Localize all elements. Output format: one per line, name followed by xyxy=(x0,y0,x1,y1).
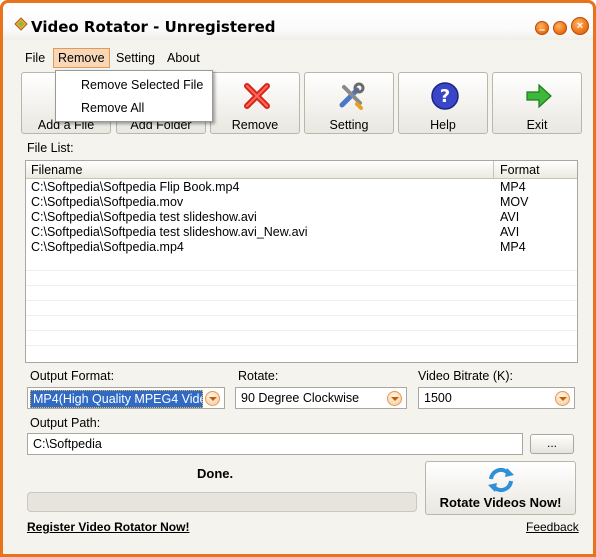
help-button[interactable]: ? Help xyxy=(398,72,488,134)
table-row[interactable]: C:\Softpedia\Softpedia test slideshow.av… xyxy=(26,225,577,240)
grid-line xyxy=(26,315,577,316)
grid-line xyxy=(26,330,577,331)
bitrate-value: 1500 xyxy=(424,391,452,405)
file-list-label: File List: xyxy=(27,141,74,155)
cell-filename: C:\Softpedia\Softpedia test slideshow.av… xyxy=(31,210,257,224)
output-format-label: Output Format: xyxy=(30,369,115,383)
menu-about[interactable]: About xyxy=(163,48,204,68)
browse-button[interactable]: ... xyxy=(530,434,574,454)
grid-line xyxy=(26,270,577,271)
table-row[interactable]: C:\Softpedia\Softpedia test slideshow.av… xyxy=(26,210,577,225)
menu-file[interactable]: File xyxy=(21,48,49,68)
bitrate-label: Video Bitrate (K): xyxy=(418,369,513,383)
exit-button[interactable]: Exit xyxy=(492,72,582,134)
window-title: Video Rotator - Unregistered xyxy=(31,18,276,36)
exit-label: Exit xyxy=(526,118,548,132)
table-row[interactable]: C:\Softpedia\Softpedia Flip Book.mp4 MP4 xyxy=(26,180,577,195)
file-list[interactable]: Filename Format C:\Softpedia\Softpedia F… xyxy=(25,160,578,363)
remove-x-icon xyxy=(244,83,270,109)
help-icon: ? xyxy=(431,82,459,110)
grid-line xyxy=(26,300,577,301)
tools-icon xyxy=(339,82,365,110)
menu-remove-selected-file[interactable]: Remove Selected File xyxy=(81,78,203,92)
register-link[interactable]: Register Video Rotator Now! xyxy=(27,520,189,534)
chevron-down-icon[interactable] xyxy=(555,391,570,406)
rotate-videos-button[interactable]: Rotate Videos Now! xyxy=(425,461,576,515)
output-path-label: Output Path: xyxy=(30,416,101,430)
column-header-filename[interactable]: Filename xyxy=(31,163,82,177)
minimize-icon: – xyxy=(538,24,546,36)
grid-line xyxy=(26,345,577,346)
setting-label: Setting xyxy=(329,118,369,132)
status-text: Done. xyxy=(197,466,234,481)
table-row[interactable]: C:\Softpedia\Softpedia.mov MOV xyxy=(26,195,577,210)
cell-format: AVI xyxy=(500,225,520,239)
table-row[interactable]: C:\Softpedia\Softpedia.mp4 MP4 xyxy=(26,240,577,255)
chevron-down-icon[interactable] xyxy=(387,391,402,406)
menu-setting[interactable]: Setting xyxy=(112,48,159,68)
close-icon: × xyxy=(576,20,584,32)
menu-remove-all[interactable]: Remove All xyxy=(81,101,144,115)
rotate-select[interactable]: 90 Degree Clockwise xyxy=(235,387,407,409)
progress-bar xyxy=(27,492,417,512)
minimize-button[interactable]: – xyxy=(535,21,549,36)
close-button[interactable]: × xyxy=(571,17,589,35)
setting-button[interactable]: Setting xyxy=(304,72,394,134)
svg-text:?: ? xyxy=(440,86,450,107)
maximize-icon xyxy=(554,22,566,34)
output-format-value: MP4(High Quality MPEG4 Video xyxy=(30,390,203,408)
remove-label: Remove xyxy=(231,118,279,132)
file-list-header: Filename Format xyxy=(26,161,577,179)
app-window: Video Rotator - Unregistered – × File Re… xyxy=(0,0,596,557)
rotate-value: 90 Degree Clockwise xyxy=(241,391,360,405)
remove-menu-dropdown: Remove Selected File Remove All xyxy=(55,70,213,122)
feedback-link[interactable]: Feedback xyxy=(526,520,579,534)
app-logo-icon xyxy=(14,17,28,31)
rotate-label: Rotate: xyxy=(238,369,279,383)
output-path-value: C:\Softpedia xyxy=(33,437,102,451)
cell-filename: C:\Softpedia\Softpedia.mp4 xyxy=(31,240,184,254)
bitrate-select[interactable]: 1500 xyxy=(418,387,575,409)
cell-format: MOV xyxy=(500,195,529,209)
grid-line xyxy=(26,285,577,286)
cell-filename: C:\Softpedia\Softpedia.mov xyxy=(31,195,184,209)
cell-filename: C:\Softpedia\Softpedia Flip Book.mp4 xyxy=(31,180,240,194)
column-header-format[interactable]: Format xyxy=(500,163,540,177)
output-format-select[interactable]: MP4(High Quality MPEG4 Video xyxy=(27,387,225,409)
exit-arrow-icon xyxy=(526,83,552,109)
output-path-input[interactable]: C:\Softpedia xyxy=(27,433,523,455)
column-divider[interactable] xyxy=(493,161,494,179)
remove-button[interactable]: Remove xyxy=(210,72,300,134)
cell-format: MP4 xyxy=(500,240,526,254)
title-bar: Video Rotator - Unregistered – × xyxy=(0,0,596,40)
menu-remove[interactable]: Remove xyxy=(53,48,110,68)
help-label: Help xyxy=(430,118,456,132)
cell-format: MP4 xyxy=(500,180,526,194)
rotate-videos-label: Rotate Videos Now! xyxy=(439,495,562,510)
rotate-arrows-icon xyxy=(488,467,514,493)
maximize-button[interactable] xyxy=(553,21,567,35)
cell-filename: C:\Softpedia\Softpedia test slideshow.av… xyxy=(31,225,308,239)
cell-format: AVI xyxy=(500,210,520,224)
chevron-down-icon[interactable] xyxy=(205,391,220,406)
